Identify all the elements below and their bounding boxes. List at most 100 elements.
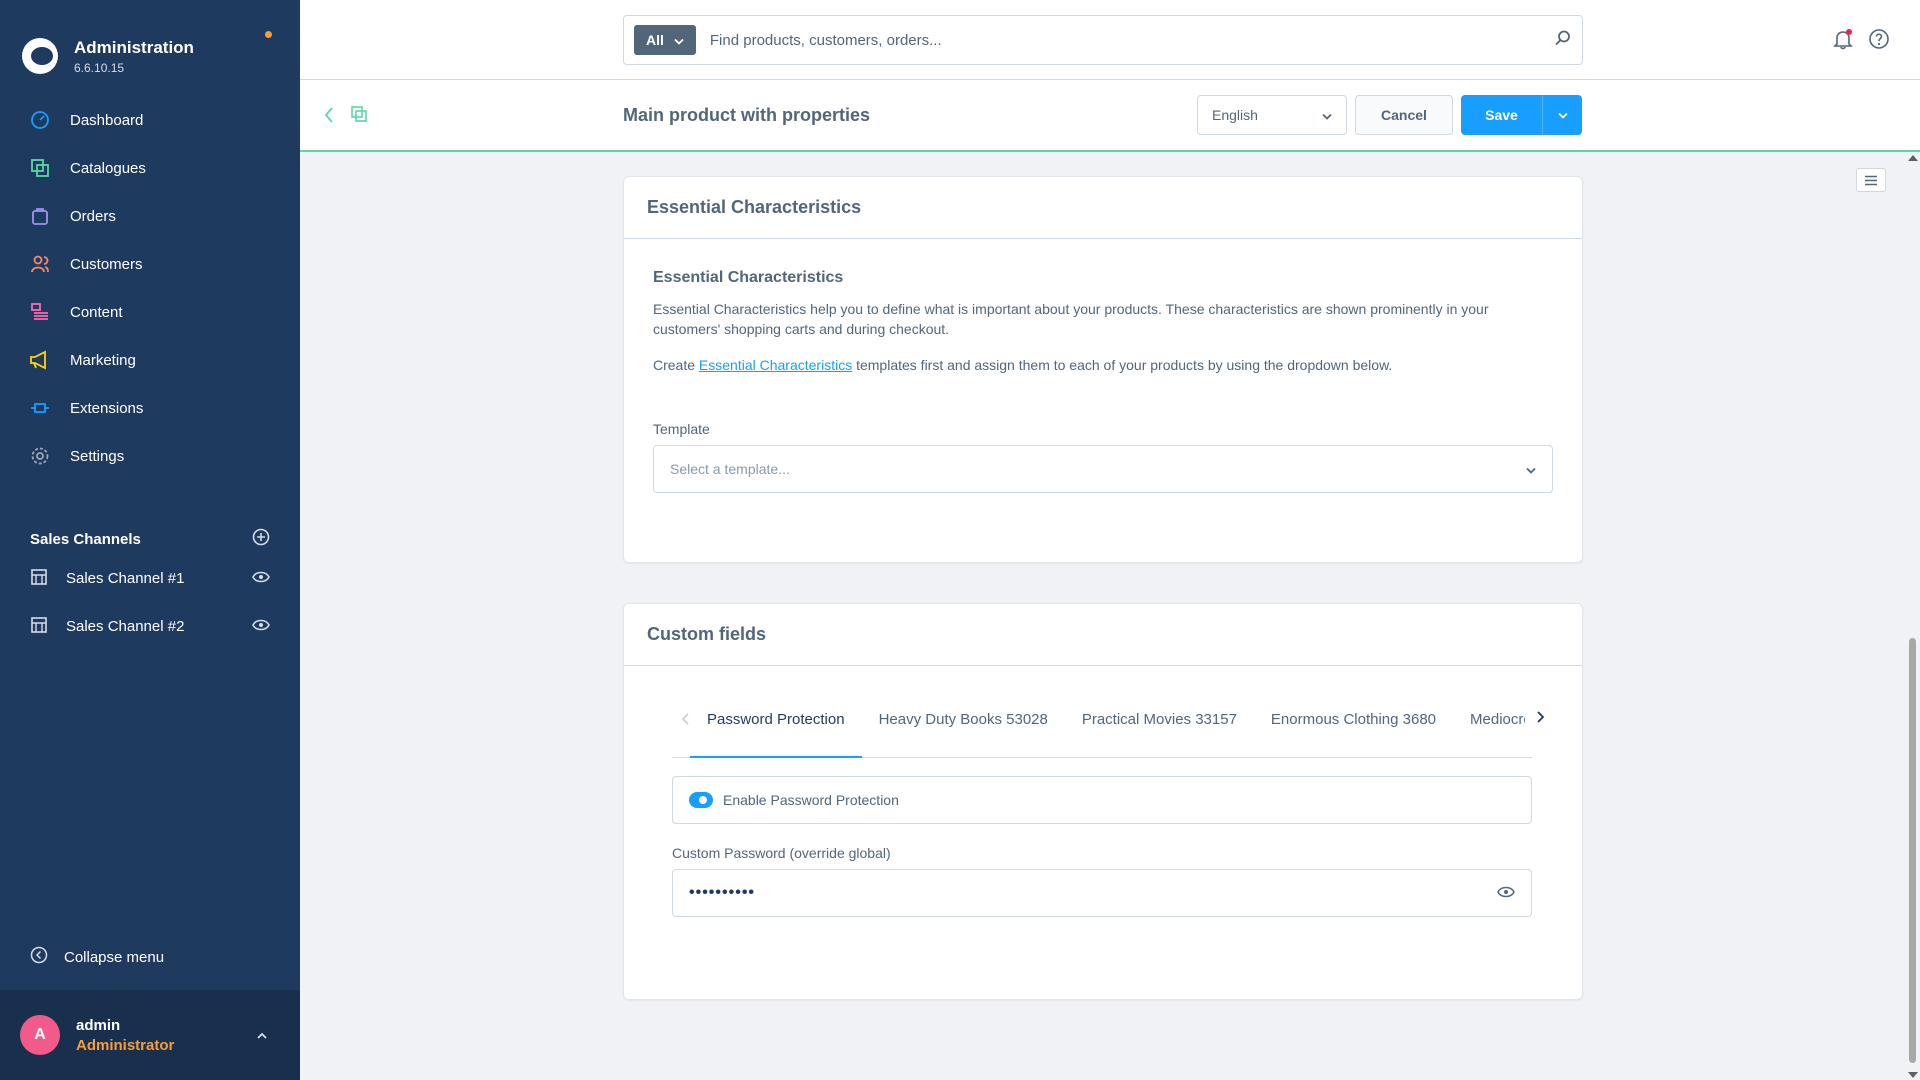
nav-item-content[interactable]: Content — [0, 288, 300, 336]
customers-icon — [28, 252, 52, 276]
cancel-button[interactable]: Cancel — [1355, 95, 1453, 135]
template-label: Template — [653, 421, 710, 437]
card-title: Custom fields — [624, 604, 1582, 666]
nav-item-orders[interactable]: Orders — [0, 192, 300, 240]
smart-bar: Main product with properties English Can… — [300, 80, 1920, 152]
nav-label: Customers — [70, 255, 143, 273]
add-sales-channel-icon[interactable] — [252, 528, 270, 550]
notification-dot — [265, 31, 272, 38]
user-menu[interactable]: A admin Administrator — [0, 990, 300, 1080]
nav-label: Orders — [70, 207, 116, 225]
catalogue-icon — [28, 156, 52, 180]
save-options-button[interactable] — [1543, 95, 1582, 135]
sales-channel-label: Sales Channel #2 — [66, 617, 185, 635]
collapse-menu-button[interactable]: Collapse menu — [30, 946, 164, 968]
scroll-down-arrow[interactable] — [1908, 1072, 1918, 1078]
sales-channels-title: Sales Channels — [30, 530, 141, 548]
eye-icon[interactable] — [252, 618, 270, 635]
nav-label: Extensions — [70, 399, 144, 417]
custom-password-field[interactable]: •••••••••• — [672, 869, 1532, 917]
chevron-right-icon[interactable] — [1536, 710, 1545, 727]
search-input[interactable] — [709, 31, 1554, 49]
nav-item-extensions[interactable]: Extensions — [0, 384, 300, 432]
nav-item-dashboard[interactable]: Dashboard — [0, 96, 300, 144]
tab-heavy-duty-books[interactable]: Heavy Duty Books 53028 — [862, 702, 1065, 758]
template-placeholder: Select a template... — [670, 461, 790, 477]
user-role: Administrator — [76, 1036, 175, 1054]
password-label: Custom Password (override global) — [672, 845, 891, 861]
storefront-icon — [30, 568, 50, 588]
tab-password-protection[interactable]: Password Protection — [690, 702, 862, 758]
card-title: Essential Characteristics — [624, 177, 1582, 239]
essential-description: Essential Characteristics help you to de… — [653, 301, 1489, 337]
nav-label: Dashboard — [70, 111, 144, 129]
tab-enormous-clothing[interactable]: Enormous Clothing 3680 — [1254, 702, 1453, 758]
language-value: English — [1212, 107, 1258, 123]
orders-icon — [28, 204, 52, 228]
global-search: All — [623, 15, 1583, 65]
nav-label: Content — [70, 303, 123, 321]
marketing-icon — [28, 348, 52, 372]
extensions-icon — [28, 396, 52, 420]
list-icon — [1865, 175, 1877, 185]
avatar: A — [20, 1015, 60, 1055]
tab-mediocre[interactable]: Mediocre Be — [1453, 702, 1525, 758]
language-switch[interactable]: English — [1197, 95, 1347, 135]
nav-item-catalogues[interactable]: Catalogues — [0, 144, 300, 192]
user-name: admin — [76, 1016, 121, 1034]
sales-channel-item-1[interactable]: Sales Channel #1 — [0, 554, 300, 602]
brand-title: Administration — [74, 37, 194, 57]
content-icon — [28, 300, 52, 324]
dashboard-icon — [28, 108, 52, 132]
nav-label: Marketing — [70, 351, 136, 369]
nav-label: Catalogues — [70, 159, 146, 177]
nav-item-settings[interactable]: Settings — [0, 432, 300, 480]
chevron-down-icon — [1322, 107, 1332, 123]
search-icon[interactable] — [1554, 29, 1572, 51]
sales-channel-label: Sales Channel #1 — [66, 569, 185, 587]
help-icon[interactable] — [1868, 28, 1890, 54]
section-heading: Essential Characteristics — [653, 269, 844, 286]
search-type-dropdown[interactable]: All — [634, 25, 696, 55]
save-button[interactable]: Save — [1461, 95, 1543, 135]
chevron-down-icon — [674, 32, 684, 48]
sales-channels-header: Sales Channels — [0, 524, 300, 554]
nav-item-customers[interactable]: Customers — [0, 240, 300, 288]
nav-label: Settings — [70, 447, 125, 465]
password-value: •••••••••• — [689, 884, 756, 901]
nav-item-marketing[interactable]: Marketing — [0, 336, 300, 384]
enable-password-protection-switch[interactable] — [689, 792, 713, 808]
eye-icon[interactable] — [252, 570, 270, 587]
brand-version: 6.6.10.15 — [74, 60, 125, 75]
password-protection-toggle-row: Enable Password Protection — [672, 776, 1532, 824]
eye-icon[interactable] — [1497, 885, 1515, 902]
chevron-down-icon — [1526, 461, 1536, 477]
duplicate-icon[interactable] — [350, 105, 368, 129]
collapse-menu-label: Collapse menu — [64, 948, 165, 966]
save-button-group: Save — [1461, 95, 1582, 135]
back-arrow-icon[interactable] — [322, 105, 336, 129]
essential-characteristics-card: Essential Characteristics Essential Char… — [623, 176, 1583, 563]
brand[interactable]: Administration 6.6.10.15 — [0, 0, 300, 90]
toggle-label: Enable Password Protection — [723, 792, 899, 808]
collapse-icon — [30, 946, 48, 968]
notifications-bell-icon[interactable] — [1832, 28, 1854, 54]
template-select[interactable]: Select a template... — [653, 445, 1553, 493]
essential-create-text: Create Essential Characteristics templat… — [653, 357, 1393, 373]
chevron-up-icon — [256, 1027, 268, 1044]
custom-fields-card: Custom fields Password Protection Heavy D… — [623, 603, 1583, 1000]
search-type-label: All — [646, 32, 664, 48]
scrollbar-thumb[interactable] — [1909, 638, 1916, 1063]
essential-characteristics-link[interactable]: Essential Characteristics — [699, 357, 852, 373]
shopware-logo — [22, 38, 58, 74]
storefront-icon — [30, 616, 50, 636]
tab-practical-movies[interactable]: Practical Movies 33157 — [1065, 702, 1254, 758]
scroll-up-arrow[interactable] — [1908, 155, 1918, 161]
topbar: All — [300, 0, 1920, 80]
page-scrollbar[interactable] — [1905, 153, 1920, 1080]
sidebar-toggle-button[interactable] — [1856, 168, 1886, 192]
page-title: Main product with properties — [623, 105, 871, 125]
chevron-left-icon[interactable] — [681, 712, 690, 729]
sales-channel-item-2[interactable]: Sales Channel #2 — [0, 602, 300, 650]
sidebar: Administration 6.6.10.15 Dashboard Catal… — [0, 0, 300, 1080]
